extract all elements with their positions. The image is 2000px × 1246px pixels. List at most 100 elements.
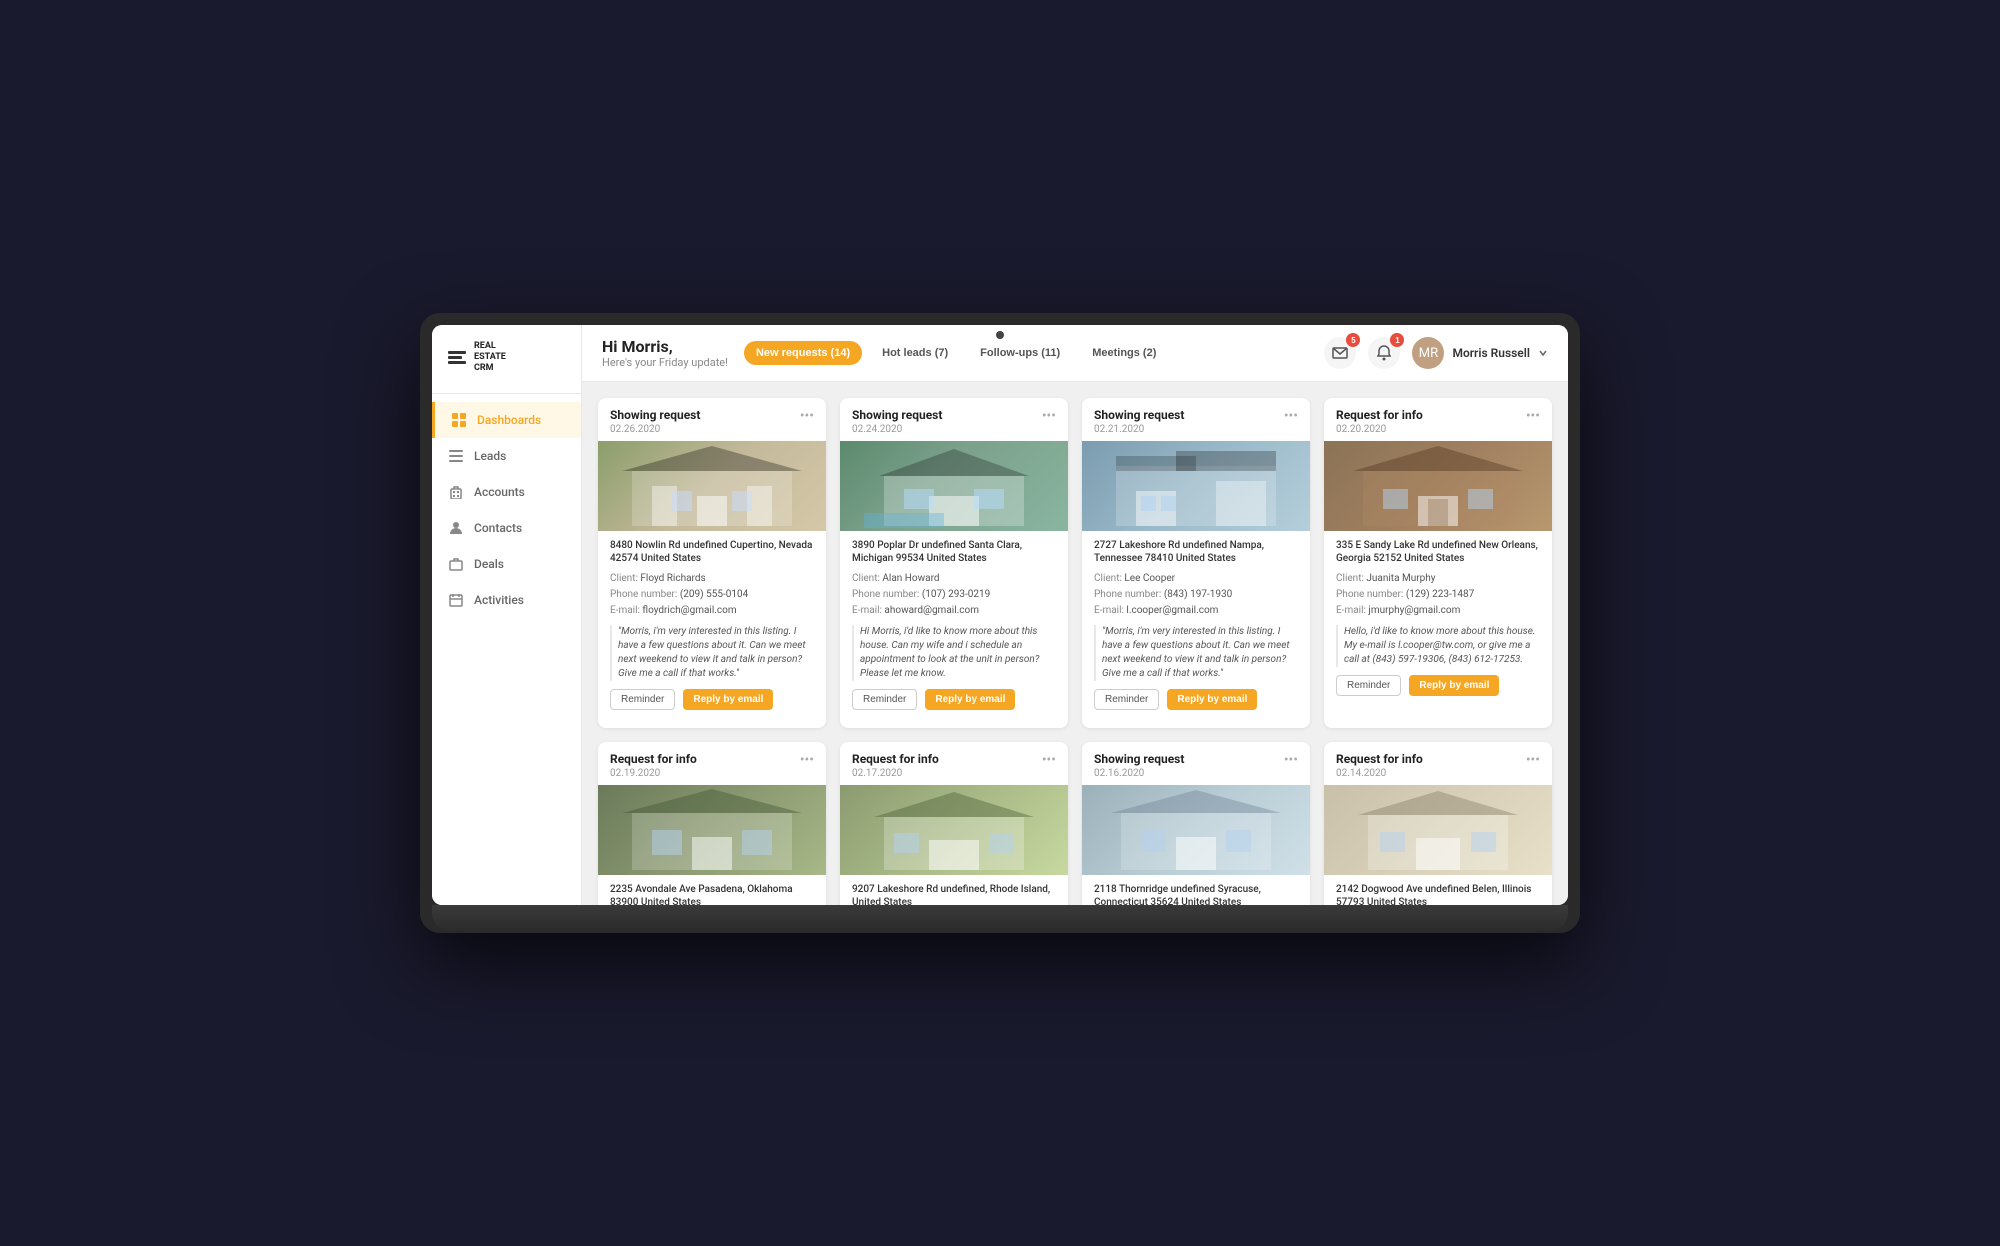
sidebar-item-dashboards[interactable]: Dashboards [432,402,581,438]
card-address: 2727 Lakeshore Rd undefined Nampa, Tenne… [1094,539,1298,565]
reminder-button[interactable]: Reminder [1336,675,1401,696]
card-3: Request for info 02.20.2020 ••• 335 E Sa… [1324,398,1552,728]
card-date: 02.17.2020 [852,768,939,779]
card-message: Hi Morris, i'd like to know more about t… [852,625,1056,681]
tab-new-requests[interactable]: New requests (14) [744,341,862,365]
header-left: Hi Morris, Here's your Friday update! Ne… [602,337,1168,369]
cards-area: Showing request 02.26.2020 ••• 8480 Nowl… [582,382,1568,905]
card-header: Request for info 02.14.2020 ••• [1324,742,1552,785]
card-body: 2118 Thornridge undefined Syracuse, Conn… [1082,875,1310,905]
card-menu-icon[interactable]: ••• [1042,752,1056,768]
reply-button[interactable]: Reply by email [925,689,1015,710]
house-image [1082,441,1310,531]
card-menu-icon[interactable]: ••• [1042,408,1056,424]
sidebar-item-accounts[interactable]: Accounts [432,474,581,510]
card-header: Request for info 02.17.2020 ••• [840,742,1068,785]
reminder-button[interactable]: Reminder [852,689,917,710]
greeting-name: Hi Morris, [602,337,728,356]
sidebar-item-activities[interactable]: Activities [432,582,581,618]
card-menu-icon[interactable]: ••• [1284,752,1298,768]
card-header: Showing request 02.21.2020 ••• [1082,398,1310,441]
card-type: Showing request [610,408,700,422]
card-client-info: Client: Floyd Richards Phone number: (20… [610,571,814,619]
sidebar-item-label: Leads [474,449,506,463]
grid-icon [451,412,467,428]
card-type: Request for info [1336,752,1423,766]
house-svg [1082,441,1310,531]
card-client-info: Client: Lee Cooper Phone number: (843) 1… [1094,571,1298,619]
sidebar-item-deals[interactable]: Deals [432,546,581,582]
tab-hot-leads[interactable]: Hot leads (7) [870,341,960,365]
card-menu-icon[interactable]: ••• [1526,408,1540,424]
card-body: 2142 Dogwood Ave undefined Belen, Illino… [1324,875,1552,905]
house-svg [1324,441,1552,531]
card-type: Showing request [1094,408,1184,422]
card-menu-icon[interactable]: ••• [1284,408,1298,424]
card-address: 335 E Sandy Lake Rd undefined New Orlean… [1336,539,1540,565]
card-address: 2118 Thornridge undefined Syracuse, Conn… [1094,883,1298,905]
sidebar-item-label: Accounts [474,485,525,499]
card-1: Showing request 02.24.2020 ••• 3890 Popl… [840,398,1068,728]
card-address: 8480 Nowlin Rd undefined Cupertino, Neva… [610,539,814,565]
card-date: 02.20.2020 [1336,424,1423,435]
notif-badge: 1 [1390,333,1404,347]
card-menu-icon[interactable]: ••• [800,408,814,424]
card-body: 8480 Nowlin Rd undefined Cupertino, Neva… [598,531,826,728]
house-svg [1324,785,1552,875]
sidebar-nav: Dashboards Leads [432,394,581,626]
house-svg [598,441,826,531]
card-address: 3890 Poplar Dr undefined Santa Clara, Mi… [852,539,1056,565]
card-client-info: Client: Juanita Murphy Phone number: (12… [1336,571,1540,619]
card-date: 02.14.2020 [1336,768,1423,779]
calendar-icon [448,592,464,608]
card-header: Showing request 02.16.2020 ••• [1082,742,1310,785]
house-image [1324,785,1552,875]
greeting-sub: Here's your Friday update! [602,356,728,369]
card-type: Request for info [610,752,697,766]
card-body: 2727 Lakeshore Rd undefined Nampa, Tenne… [1082,531,1310,728]
card-actions: Reminder Reply by email [1094,689,1298,720]
card-0: Showing request 02.26.2020 ••• 8480 Nowl… [598,398,826,728]
card-header: Showing request 02.24.2020 ••• [840,398,1068,441]
sidebar-item-leads[interactable]: Leads [432,438,581,474]
email-badge: 5 [1346,333,1360,347]
card-message: Hello, i'd like to know more about this … [1336,625,1540,667]
header-tabs: New requests (14) Hot leads (7) Follow-u… [744,341,1168,365]
card-header: Request for info 02.20.2020 ••• [1324,398,1552,441]
house-image [840,441,1068,531]
reply-button[interactable]: Reply by email [683,689,773,710]
card-header: Showing request 02.26.2020 ••• [598,398,826,441]
header-greeting: Hi Morris, Here's your Friday update! [602,337,728,369]
email-button[interactable]: 5 [1324,337,1356,369]
reminder-button[interactable]: Reminder [610,689,675,710]
card-date: 02.19.2020 [610,768,697,779]
header-right: 5 1 MR Morris Russell [1324,337,1548,369]
card-menu-icon[interactable]: ••• [800,752,814,768]
card-address: 2142 Dogwood Ave undefined Belen, Illino… [1336,883,1540,905]
house-svg [1082,785,1310,875]
card-message: "Morris, i'm very interested in this lis… [610,625,814,681]
house-svg [598,785,826,875]
sidebar-item-contacts[interactable]: Contacts [432,510,581,546]
card-message: "Morris, i'm very interested in this lis… [1094,625,1298,681]
tab-meetings[interactable]: Meetings (2) [1080,341,1168,365]
list-icon [448,448,464,464]
reply-button[interactable]: Reply by email [1167,689,1257,710]
sidebar-item-label: Activities [474,593,524,607]
sidebar-item-label: Contacts [474,521,522,535]
card-type: Showing request [1094,752,1184,766]
reminder-button[interactable]: Reminder [1094,689,1159,710]
house-image [598,441,826,531]
card-menu-icon[interactable]: ••• [1526,752,1540,768]
cards-grid: Showing request 02.26.2020 ••• 8480 Nowl… [598,398,1552,905]
notification-button[interactable]: 1 [1368,337,1400,369]
user-profile[interactable]: MR Morris Russell [1412,337,1548,369]
house-svg [840,785,1068,875]
tab-followups[interactable]: Follow-ups (11) [968,341,1072,365]
card-type: Request for info [1336,408,1423,422]
card-4: Request for info 02.19.2020 ••• 2235 Avo… [598,742,826,905]
card-date: 02.21.2020 [1094,424,1184,435]
logo-icon [448,351,466,364]
reply-button[interactable]: Reply by email [1409,675,1499,696]
card-address: 9207 Lakeshore Rd undefined, Rhode Islan… [852,883,1056,905]
